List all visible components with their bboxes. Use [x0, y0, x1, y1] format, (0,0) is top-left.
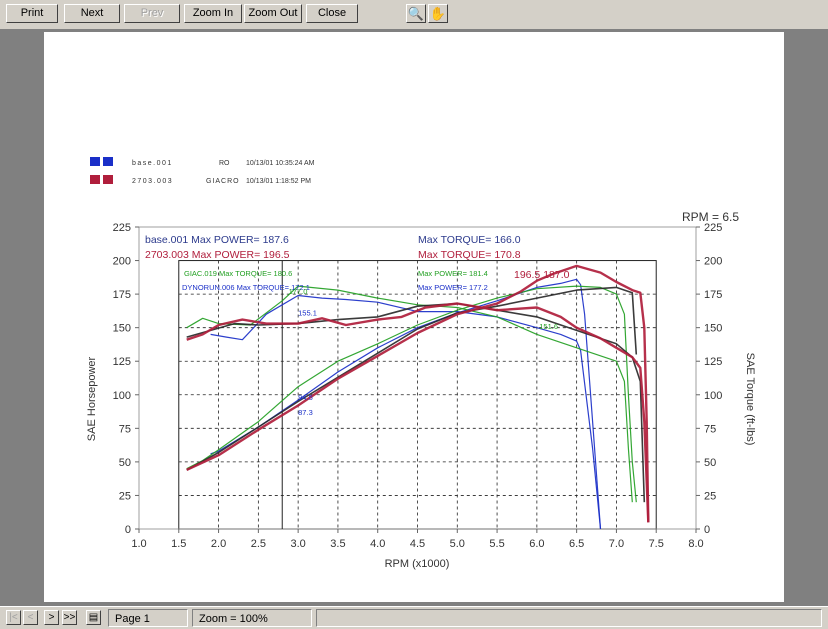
zoom-in-button[interactable]: Zoom In [184, 4, 242, 23]
x-tick-label: 2.5 [251, 538, 266, 550]
y-tick-label: 0 [125, 524, 131, 536]
x-tick-label: 6.5 [569, 538, 584, 550]
legend-swatch-base-2 [103, 157, 113, 166]
last-page-button[interactable]: >> [62, 610, 77, 625]
cursor-value-label: 177.0 [289, 287, 308, 296]
giac-maxpower-label: Max POWER= 181.4 [418, 269, 488, 278]
y-axis-right: 0255075100125150175200225 [696, 222, 722, 536]
x-axis-label: RPM (x1000) [385, 558, 450, 570]
zoom-indicator: Zoom = 100% [192, 609, 312, 627]
x-tick-label: 3.0 [290, 538, 305, 550]
y-tick-label: 150 [113, 323, 131, 335]
y-tick-label: 50 [119, 457, 131, 469]
cursor-value-label: 87.3 [298, 408, 313, 417]
y-tick-label: 175 [113, 289, 131, 301]
legend-date-base: 10/13/01 10:35:24 AM [246, 160, 315, 167]
cursor-value-label: 155.1 [298, 309, 317, 318]
hand-icon[interactable]: ✋ [428, 4, 448, 23]
legend-file-base: base.001 [132, 160, 173, 167]
legend-swatch-2703 [90, 175, 100, 184]
status-message [316, 609, 822, 627]
x-tick-label: 7.0 [609, 538, 624, 550]
magnify-icon[interactable]: 🔍 [406, 4, 426, 23]
x-tick-label: 5.0 [450, 538, 465, 550]
dyno-maxpower-label: Max POWER= 177.2 [418, 283, 488, 292]
peak-readout: 196.5 187.0 [514, 269, 570, 281]
y-tick-label: 75 [119, 423, 131, 435]
y2-tick-label: 25 [704, 490, 716, 502]
y-axis-label: SAE Horsepower [86, 356, 98, 441]
print-button[interactable]: Print [6, 4, 58, 23]
chart-labels: RPM (x1000) SAE Horsepower SAE Torque (f… [86, 210, 756, 570]
legend-date-2703: 10/13/01 1:18:52 PM [246, 178, 311, 185]
y2-tick-label: 50 [704, 457, 716, 469]
base-maxpower-label: base.001 Max POWER= 187.6 [145, 234, 289, 246]
prev-button[interactable]: Prev [124, 4, 180, 23]
x-tick-label: 4.0 [370, 538, 385, 550]
next-page-button[interactable]: > [44, 610, 59, 625]
dyno-chart: base.001 RO 10/13/01 10:35:24 AM 2703.00… [86, 157, 756, 570]
next-button[interactable]: Next [64, 4, 120, 23]
y-tick-label: 225 [113, 222, 131, 234]
x-tick-label: 8.0 [688, 538, 703, 550]
y2-tick-label: 0 [704, 524, 710, 536]
legend-op-2703: GIACRO [206, 178, 240, 185]
rpm-readout: RPM = 6.5 [682, 210, 739, 224]
x-axis: 1.0 1.5 2.0 2.5 3.0 3.5 4.0 4.5 5.0 5.5 6.0 6.5 7.0 7… [131, 529, 704, 550]
previous-page-button[interactable]: < [23, 610, 38, 625]
y-tick-label: 25 [119, 490, 131, 502]
page-icon[interactable]: ▤ [86, 610, 101, 625]
legend-swatch-2703-2 [103, 175, 113, 184]
legend-op-base: RO [219, 160, 230, 167]
preview-area[interactable]: base.001 RO 10/13/01 10:35:24 AM 2703.00… [0, 30, 828, 606]
giac-maxtorque-label: GIAC.019 Max TORQUE= 180.6 [184, 269, 292, 278]
x-tick-label: 3.5 [330, 538, 345, 550]
page-indicator: Page 1 [108, 609, 188, 627]
x-tick-label: 6.0 [529, 538, 544, 550]
y2-tick-label: 200 [704, 256, 722, 268]
status-bar: |< < > >> ▤ Page 1 Zoom = 100% [0, 606, 828, 629]
y-tick-label: 125 [113, 356, 131, 368]
y-tick-label: 100 [113, 390, 131, 402]
series-line-hp-4 [186, 286, 638, 471]
legend-file-2703: 2703.003 [132, 178, 173, 185]
x-tick-label: 4.5 [410, 538, 425, 550]
x-tick-label: 1.5 [171, 538, 186, 550]
first-page-button[interactable]: |< [6, 610, 21, 625]
close-button[interactable]: Close [306, 4, 358, 23]
y-tick-label: 200 [113, 256, 131, 268]
run-legend: base.001 RO 10/13/01 10:35:24 AM 2703.00… [90, 157, 315, 185]
y2-tick-label: 75 [704, 423, 716, 435]
2703-maxtorque-label: Max TORQUE= 170.8 [418, 249, 521, 261]
y2-tick-label: 125 [704, 356, 722, 368]
zoom-out-button[interactable]: Zoom Out [244, 4, 302, 23]
report-page: base.001 RO 10/13/01 10:35:24 AM 2703.00… [44, 32, 784, 602]
y2-tick-label: 175 [704, 289, 722, 301]
x-tick-label: 5.5 [489, 538, 504, 550]
series-line-hp-2 [186, 285, 637, 503]
series-line-hp-0 [210, 278, 602, 530]
y2-tick-label: 150 [704, 323, 722, 335]
y-axis-left: 0 25 50 75 100 125 150 175 200 225 [113, 222, 139, 536]
2703-maxpower-label: 2703.003 Max POWER= 196.5 [145, 249, 290, 261]
x-tick-label: 7.5 [649, 538, 664, 550]
y2-tick-label: 100 [704, 390, 722, 402]
legend-swatch-base [90, 157, 100, 166]
series-line-tq-3 [186, 285, 633, 503]
y2-axis-label: SAE Torque (ft-lbs) [744, 353, 756, 446]
x-tick-label: 1.0 [131, 538, 146, 550]
cursor-value-label: 94.5 [298, 393, 313, 402]
base-maxtorque-label: Max TORQUE= 166.0 [418, 234, 521, 246]
x-tick-label: 2.0 [211, 538, 226, 550]
cursor-value-label: 151.6 [539, 322, 558, 331]
chart-grid [178, 260, 657, 530]
toolbar: Print Next Prev Zoom In Zoom Out Close 🔍… [0, 0, 828, 30]
